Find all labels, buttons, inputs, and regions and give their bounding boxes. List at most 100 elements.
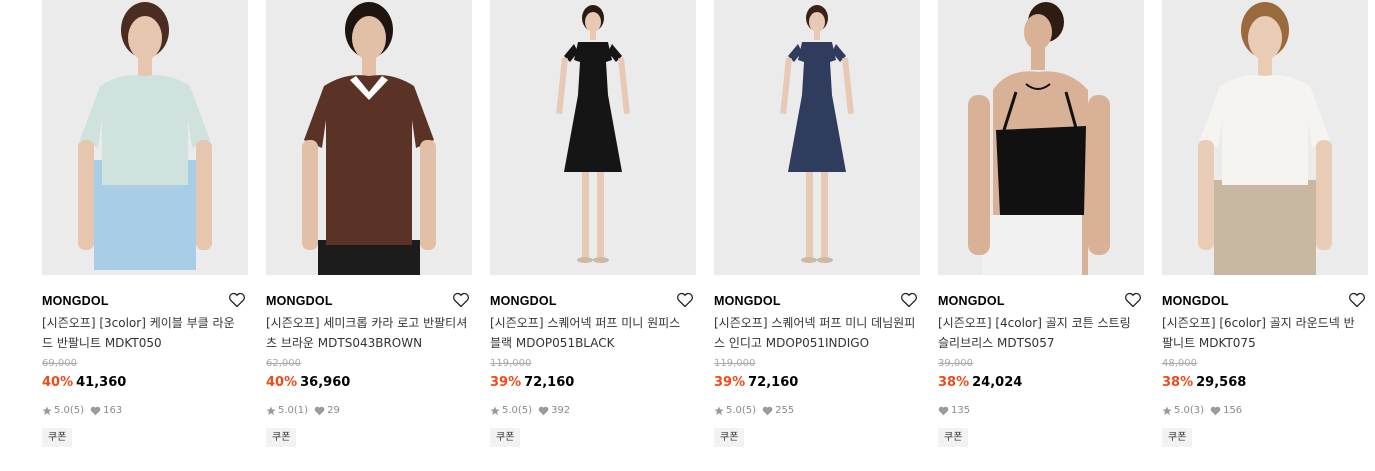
price-row: 40% 36,960 xyxy=(266,373,472,393)
wishlist-heart-icon[interactable] xyxy=(1348,291,1366,309)
sale-price: 72,160 xyxy=(524,375,575,390)
star-icon xyxy=(42,406,52,415)
product-name[interactable]: [시즌오프] 세미크롭 카라 로고 반팔티셔츠 브라운 MDTS043BROWN xyxy=(266,313,472,353)
product-grid: MONGDOL [시즌오프] [3color] 케이블 부클 라운드 반팔니트 … xyxy=(0,0,1375,471)
like-count-icon xyxy=(314,406,325,416)
coupon-badge: 쿠폰 xyxy=(266,428,297,447)
product-image[interactable] xyxy=(266,0,472,275)
brand-row: MONGDOL xyxy=(1162,290,1368,310)
star-icon xyxy=(490,406,500,415)
review-count: (1) xyxy=(293,405,309,416)
like-count-icon xyxy=(538,406,549,416)
star-icon xyxy=(714,406,724,415)
coupon-badge: 쿠폰 xyxy=(938,428,969,447)
product-thumbnail[interactable] xyxy=(1162,0,1368,275)
product-thumbnail[interactable] xyxy=(714,0,920,275)
product-card[interactable]: MONGDOL [시즌오프] 스퀘어넥 퍼프 미니 데님원피스 인디고 MDOP… xyxy=(714,0,920,447)
product-thumbnail[interactable] xyxy=(42,0,248,275)
product-name[interactable]: [시즌오프] 스퀘어넥 퍼프 미니 데님원피스 인디고 MDOP051INDIG… xyxy=(714,313,920,353)
coupon-badge: 쿠폰 xyxy=(1162,428,1193,447)
sale-price: 24,024 xyxy=(972,375,1023,390)
sale-price: 72,160 xyxy=(748,375,799,390)
brand-row: MONGDOL xyxy=(42,290,248,310)
like-count: 392 xyxy=(551,405,571,416)
discount-rate: 39% xyxy=(714,375,746,390)
original-price: 69,000 xyxy=(42,358,77,369)
product-name[interactable]: [시즌오프] [6color] 골지 라운드넥 반팔니트 MDKT075 xyxy=(1162,313,1368,353)
like-count: 163 xyxy=(103,405,123,416)
brand-row: MONGDOL xyxy=(490,290,696,310)
wishlist-heart-icon[interactable] xyxy=(676,291,694,309)
product-thumbnail[interactable] xyxy=(938,0,1144,275)
review-count: (5) xyxy=(69,405,85,416)
sale-price: 36,960 xyxy=(300,375,351,390)
product-image[interactable] xyxy=(714,0,920,275)
wishlist-heart-icon[interactable] xyxy=(1124,291,1142,309)
product-image[interactable] xyxy=(1162,0,1368,275)
wishlist-heart-icon[interactable] xyxy=(900,291,918,309)
product-card[interactable]: MONGDOL [시즌오프] [6color] 골지 라운드넥 반팔니트 MDK… xyxy=(1162,0,1368,447)
discount-rate: 38% xyxy=(1162,375,1194,390)
rating-value: 5.0 xyxy=(726,405,742,416)
product-image[interactable] xyxy=(938,0,1144,275)
product-card[interactable]: MONGDOL [시즌오프] 세미크롭 카라 로고 반팔티셔츠 브라운 MDTS… xyxy=(266,0,472,447)
wishlist-heart-icon[interactable] xyxy=(452,291,470,309)
sale-price: 41,360 xyxy=(76,375,127,390)
brand-row: MONGDOL xyxy=(938,290,1144,310)
star-icon xyxy=(266,406,276,415)
brand-row: MONGDOL xyxy=(266,290,472,310)
brand-name[interactable]: MONGDOL xyxy=(490,294,557,308)
brand-name[interactable]: MONGDOL xyxy=(938,294,1005,308)
like-count: 255 xyxy=(775,405,795,416)
like-count: 29 xyxy=(327,405,340,416)
price-row: 39% 72,160 xyxy=(490,373,696,393)
review-count: (3) xyxy=(1189,405,1205,416)
discount-rate: 40% xyxy=(266,375,298,390)
review-count: (5) xyxy=(517,405,533,416)
product-image[interactable] xyxy=(490,0,696,275)
product-image[interactable] xyxy=(42,0,248,275)
product-card[interactable]: MONGDOL [시즌오프] [4color] 골지 코튼 스트링 슬리브리스 … xyxy=(938,0,1144,447)
original-price: 48,000 xyxy=(1162,358,1197,369)
sale-price: 29,568 xyxy=(1196,375,1247,390)
coupon-badge: 쿠폰 xyxy=(714,428,745,447)
review-count: (5) xyxy=(741,405,757,416)
discount-rate: 40% xyxy=(42,375,74,390)
brand-name[interactable]: MONGDOL xyxy=(42,294,109,308)
rating-value: 5.0 xyxy=(1174,405,1190,416)
product-name[interactable]: [시즌오프] [4color] 골지 코튼 스트링 슬리브리스 MDTS057 xyxy=(938,313,1144,353)
review-meta: 135 xyxy=(938,403,1144,419)
brand-name[interactable]: MONGDOL xyxy=(1162,294,1229,308)
price-row: 38% 29,568 xyxy=(1162,373,1368,393)
like-count-icon xyxy=(1210,406,1221,416)
brand-name[interactable]: MONGDOL xyxy=(714,294,781,308)
product-card[interactable]: MONGDOL [시즌오프] [3color] 케이블 부클 라운드 반팔니트 … xyxy=(42,0,248,447)
product-card[interactable]: MONGDOL [시즌오프] 스퀘어넥 퍼프 미니 원피스 블랙 MDOP051… xyxy=(490,0,696,447)
original-price: 39,000 xyxy=(938,358,973,369)
like-count-icon xyxy=(762,406,773,416)
discount-rate: 39% xyxy=(490,375,522,390)
like-count-icon xyxy=(938,406,949,416)
discount-rate: 38% xyxy=(938,375,970,390)
brand-name[interactable]: MONGDOL xyxy=(266,294,333,308)
like-count: 156 xyxy=(1223,405,1243,416)
star-icon xyxy=(1162,406,1172,415)
review-meta: 5.0 (5) 163 xyxy=(42,403,248,419)
wishlist-heart-icon[interactable] xyxy=(228,291,246,309)
product-thumbnail[interactable] xyxy=(490,0,696,275)
coupon-badge: 쿠폰 xyxy=(490,428,521,447)
review-meta: 5.0 (5) 392 xyxy=(490,403,696,419)
like-count: 135 xyxy=(951,405,971,416)
product-thumbnail[interactable] xyxy=(266,0,472,275)
original-price: 119,000 xyxy=(714,358,756,369)
brand-row: MONGDOL xyxy=(714,290,920,310)
review-meta: 5.0 (3) 156 xyxy=(1162,403,1368,419)
price-row: 39% 72,160 xyxy=(714,373,920,393)
product-name[interactable]: [시즌오프] 스퀘어넥 퍼프 미니 원피스 블랙 MDOP051BLACK xyxy=(490,313,696,353)
like-count-icon xyxy=(90,406,101,416)
product-name[interactable]: [시즌오프] [3color] 케이블 부클 라운드 반팔니트 MDKT050 xyxy=(42,313,248,353)
rating-value: 5.0 xyxy=(278,405,294,416)
review-meta: 5.0 (5) 255 xyxy=(714,403,920,419)
price-row: 38% 24,024 xyxy=(938,373,1144,393)
original-price: 62,000 xyxy=(266,358,301,369)
